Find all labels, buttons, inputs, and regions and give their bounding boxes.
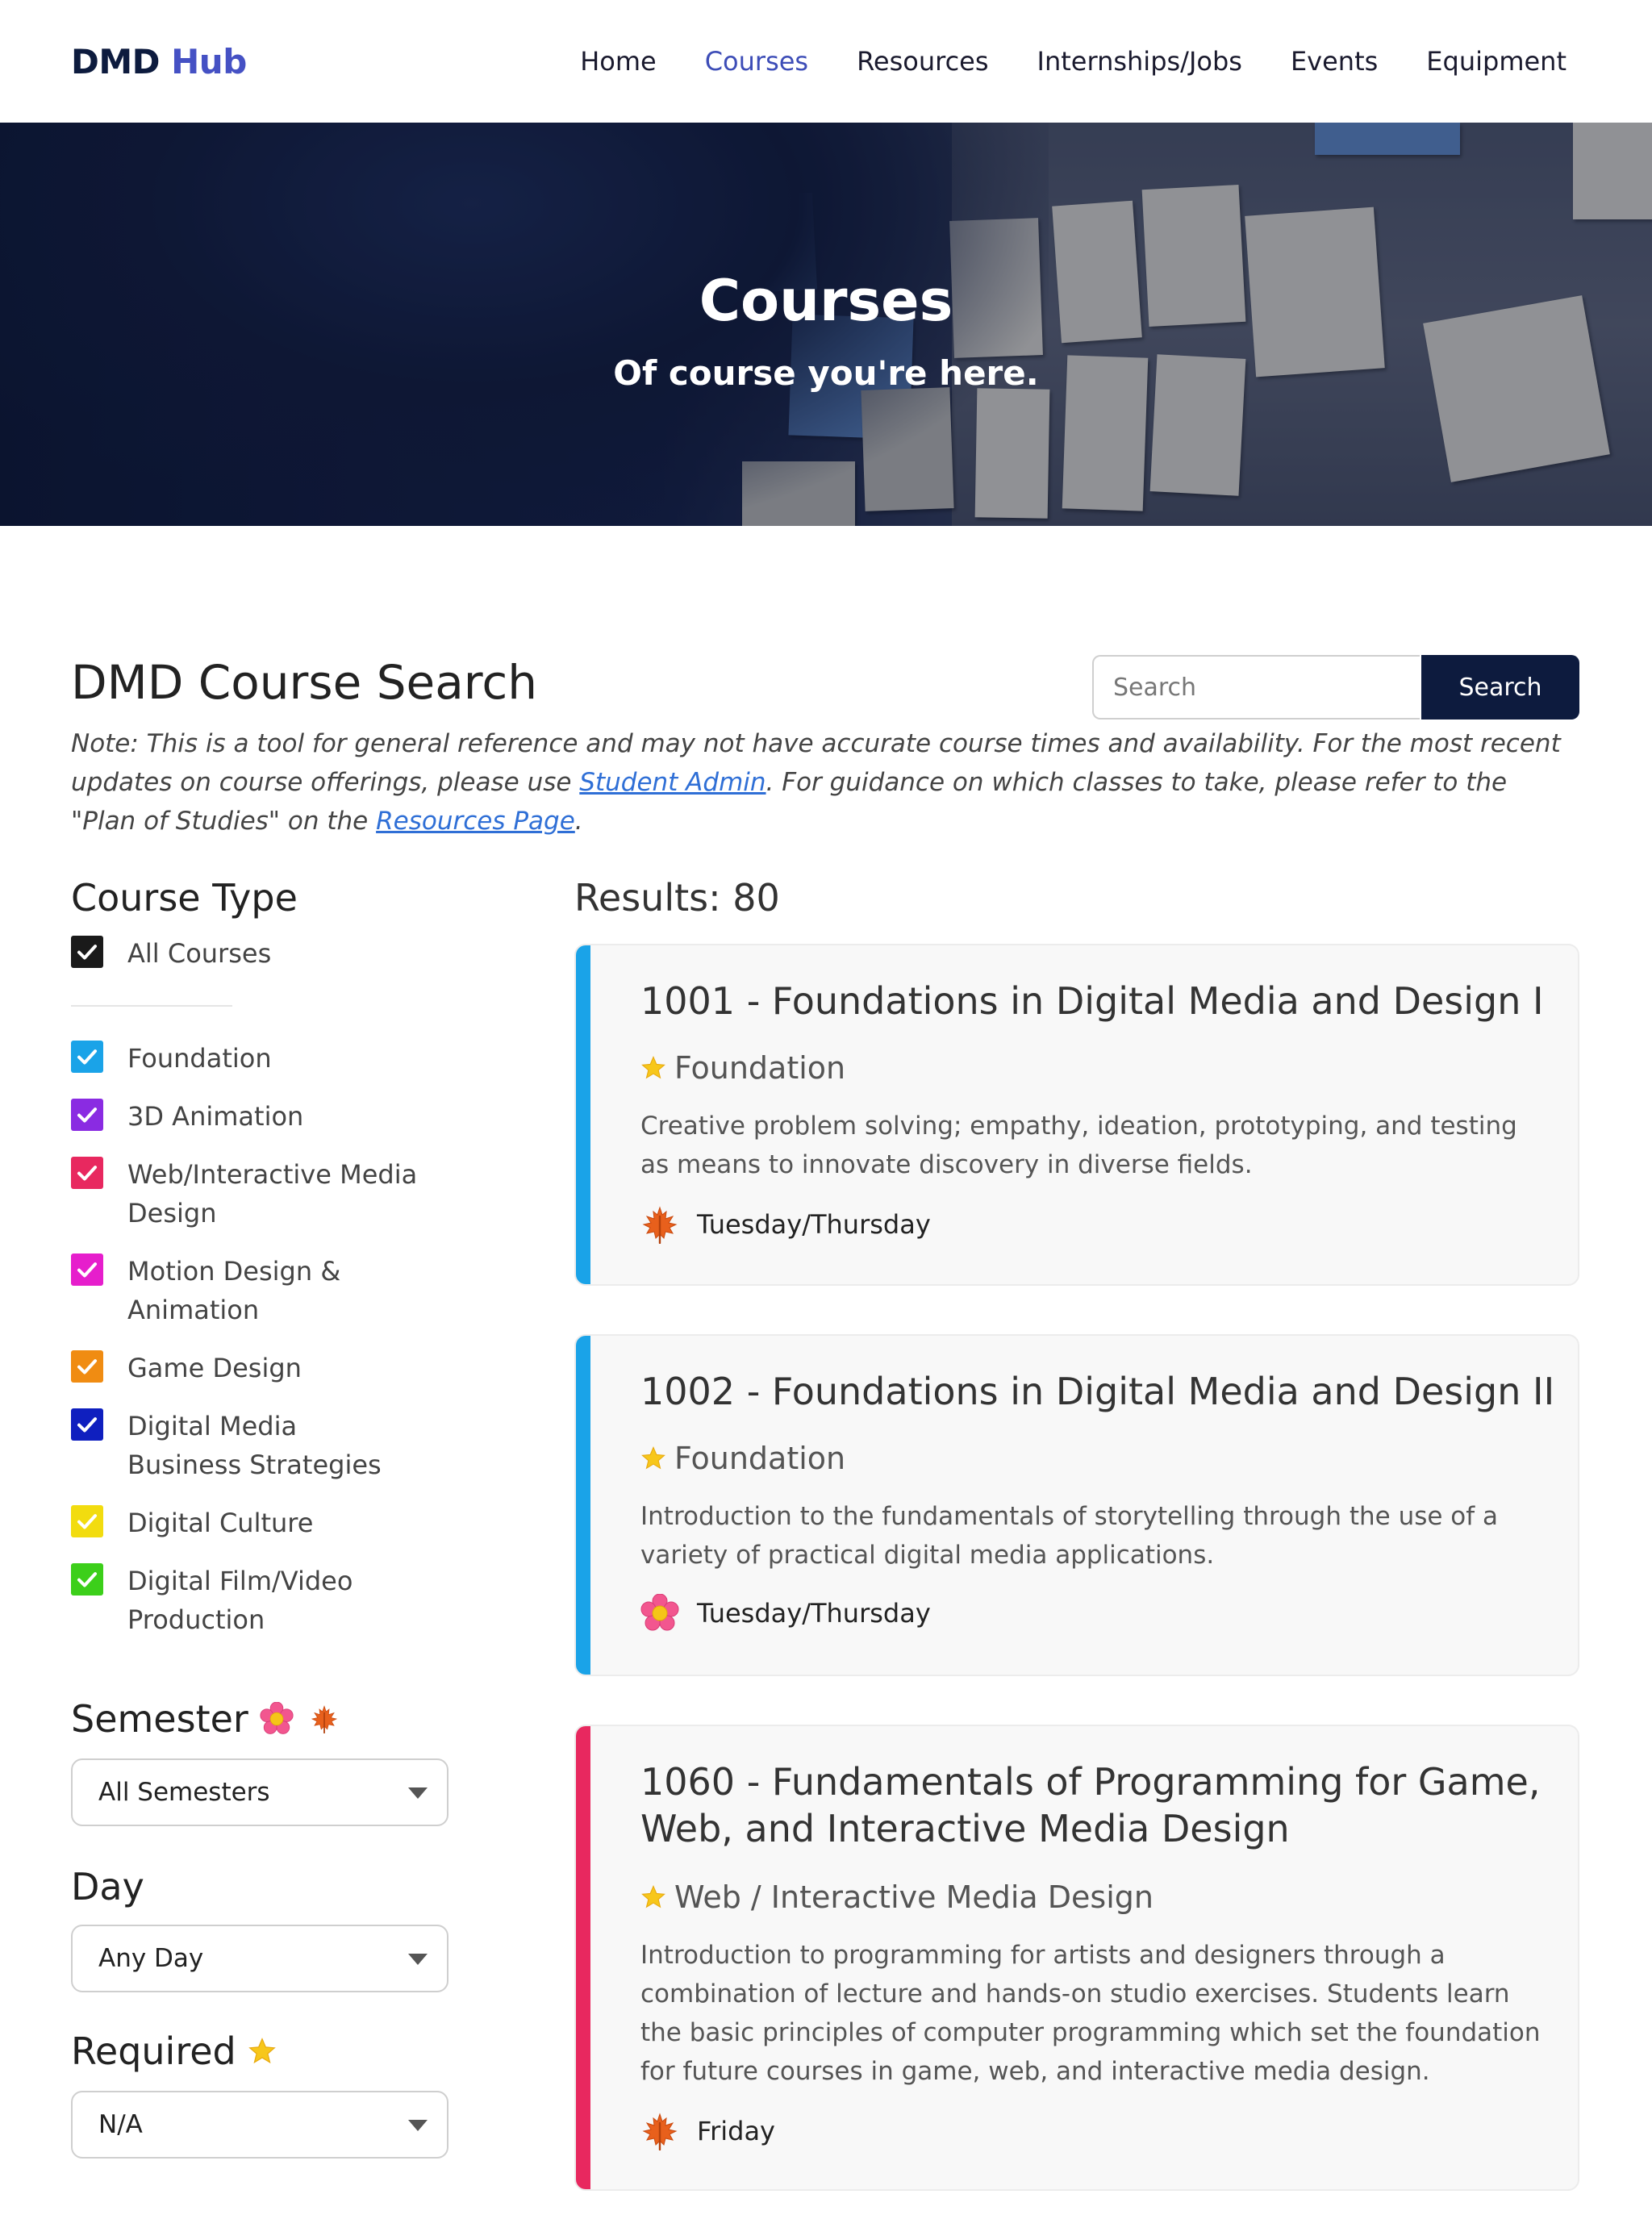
course-description: Introduction to the fundamentals of stor…: [640, 1502, 1499, 1570]
chevron-down-icon: [408, 1954, 428, 1965]
hero-banner: Courses Of course you're here.: [0, 123, 1652, 526]
hero-subtitle: Of course you're here.: [613, 353, 1039, 393]
required-heading: Required: [71, 2029, 236, 2073]
filter-label: Digital Culture: [127, 1508, 314, 1538]
filter-motion-design[interactable]: Motion Design & Animation: [71, 1252, 369, 1329]
star-icon: [640, 1055, 666, 1081]
nav-link-resources[interactable]: Resources: [857, 46, 988, 77]
course-days: Tuesday/Thursday: [697, 1598, 931, 1629]
note-text-part3: .: [574, 807, 583, 836]
nav-links: Home Courses Resources Internships/Jobs …: [580, 46, 1566, 77]
course-search-title: DMD Course Search: [71, 655, 537, 710]
chevron-down-icon: [408, 2120, 428, 2131]
search-button[interactable]: Search: [1421, 655, 1579, 720]
checkbox-checked-icon[interactable]: [71, 1157, 103, 1189]
maple-leaf-icon: [640, 1205, 679, 1244]
course-day-row: Tuesday/Thursday: [640, 1205, 931, 1244]
filter-label: Foundation: [127, 1043, 272, 1074]
flower-icon: [260, 1702, 294, 1736]
filter-label: All Courses: [127, 938, 272, 969]
checkbox-checked-icon[interactable]: [71, 1563, 103, 1596]
course-type-row: Foundation: [640, 1050, 845, 1086]
course-type-row: Web / Interactive Media Design: [640, 1879, 1153, 1915]
nav-link-events[interactable]: Events: [1291, 46, 1378, 77]
checkbox-checked-icon[interactable]: [71, 1505, 103, 1537]
checkbox-checked-icon[interactable]: [71, 1041, 103, 1073]
day-select-value: Any Day: [98, 1944, 204, 1973]
semester-heading-row: Semester: [71, 1697, 339, 1741]
course-title[interactable]: 1001 - Foundations in Digital Media and …: [640, 978, 1560, 1024]
required-select[interactable]: N/A: [71, 2091, 448, 2159]
course-type-color-bar: [576, 945, 590, 1284]
top-navbar: DMD Hub Home Courses Resources Internshi…: [0, 0, 1652, 123]
course-day-row: Tuesday/Thursday: [640, 1594, 931, 1633]
filter-web-interactive[interactable]: Web/Interactive Media Design: [71, 1155, 418, 1233]
course-type: Foundation: [674, 1050, 846, 1086]
maple-leaf-icon: [310, 1704, 339, 1733]
chevron-down-icon: [408, 1787, 428, 1799]
course-type-heading: Course Type: [71, 876, 298, 920]
search-input[interactable]: [1092, 655, 1420, 720]
filter-label: Digital Film/Video Production: [127, 1566, 353, 1635]
logo-accent-text: Hub: [171, 41, 247, 81]
hero-title: Courses: [699, 268, 953, 334]
filter-foundation[interactable]: Foundation: [71, 1039, 434, 1078]
filter-label: Digital Media Business Strategies: [127, 1411, 382, 1480]
nav-link-home[interactable]: Home: [580, 46, 657, 77]
semester-select-value: All Semesters: [98, 1778, 270, 1807]
semester-heading: Semester: [71, 1697, 248, 1741]
filter-game-design[interactable]: Game Design: [71, 1349, 434, 1387]
star-icon: [640, 1884, 666, 1910]
course-description: Creative problem solving; empathy, ideat…: [640, 1112, 1517, 1179]
course-type-color-bar: [576, 1336, 590, 1675]
semester-select[interactable]: All Semesters: [71, 1758, 448, 1826]
course-card[interactable]: 1060 - Fundamentals of Programming for G…: [574, 1725, 1579, 2191]
course-day-row: Friday: [640, 2112, 775, 2150]
course-type: Web / Interactive Media Design: [674, 1879, 1153, 1915]
resources-page-link[interactable]: Resources Page: [376, 807, 575, 836]
filter-label: Web/Interactive Media Design: [127, 1159, 418, 1228]
course-days: Tuesday/Thursday: [697, 1209, 931, 1240]
checkbox-checked-icon[interactable]: [71, 1253, 103, 1286]
nav-link-internships-jobs[interactable]: Internships/Jobs: [1037, 46, 1242, 77]
filter-label: Motion Design & Animation: [127, 1256, 341, 1325]
course-description: Introduction to programming for artists …: [640, 1941, 1541, 2086]
filter-film-video[interactable]: Digital Film/Video Production: [71, 1562, 386, 1639]
day-select[interactable]: Any Day: [71, 1925, 448, 1992]
logo-main-text: DMD: [71, 41, 161, 81]
checkbox-checked-icon[interactable]: [71, 1350, 103, 1383]
course-days: Friday: [697, 2116, 775, 2146]
checkbox-checked-icon[interactable]: [71, 1099, 103, 1131]
results-count: Results: 80: [574, 876, 780, 920]
filter-3d-animation[interactable]: 3D Animation: [71, 1097, 434, 1136]
filter-label: 3D Animation: [127, 1101, 304, 1132]
filter-business-strategies[interactable]: Digital Media Business Strategies: [71, 1407, 418, 1484]
course-type-color-bar: [576, 1726, 590, 2189]
required-heading-row: Required: [71, 2029, 277, 2073]
course-type: Foundation: [674, 1441, 846, 1476]
star-icon: [248, 2037, 277, 2066]
filter-divider: [71, 1005, 232, 1007]
star-icon: [640, 1445, 666, 1471]
checkbox-checked-icon[interactable]: [71, 936, 103, 968]
nav-link-equipment[interactable]: Equipment: [1426, 46, 1566, 77]
nav-link-courses[interactable]: Courses: [705, 46, 808, 77]
checkbox-checked-icon[interactable]: [71, 1408, 103, 1441]
course-card[interactable]: 1001 - Foundations in Digital Media and …: [574, 944, 1579, 1286]
course-title[interactable]: 1060 - Fundamentals of Programming for G…: [640, 1758, 1552, 1852]
flower-icon: [640, 1594, 679, 1633]
course-type-row: Foundation: [640, 1441, 845, 1476]
disclaimer-note: Note: This is a tool for general referen…: [71, 724, 1579, 841]
filter-all-courses[interactable]: All Courses: [71, 934, 434, 973]
required-select-value: N/A: [98, 2110, 143, 2139]
course-title[interactable]: 1002 - Foundations in Digital Media and …: [640, 1368, 1560, 1415]
day-heading: Day: [71, 1865, 144, 1908]
filter-label: Game Design: [127, 1353, 302, 1383]
course-card[interactable]: 1002 - Foundations in Digital Media and …: [574, 1334, 1579, 1676]
maple-leaf-icon: [640, 2112, 679, 2150]
filter-digital-culture[interactable]: Digital Culture: [71, 1504, 434, 1542]
site-logo[interactable]: DMD Hub: [71, 42, 247, 81]
student-admin-link[interactable]: Student Admin: [579, 768, 766, 797]
